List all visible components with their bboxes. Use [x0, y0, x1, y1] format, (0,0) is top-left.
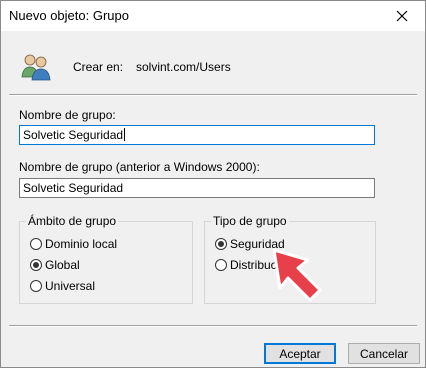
radio-distribucion[interactable]	[215, 259, 227, 271]
radio-global[interactable]	[30, 259, 42, 271]
crear-en-value: solvint.com/Users	[136, 60, 231, 74]
ok-button[interactable]: Aceptar	[264, 343, 336, 364]
group-name-pre2000-input[interactable]: Solvetic Seguridad	[19, 178, 375, 198]
group-name-pre2000-label: Nombre de grupo (anterior a Windows 2000…	[19, 160, 260, 174]
scope-option-label: Dominio local	[45, 237, 118, 251]
pointer-arrow-icon	[272, 248, 322, 302]
scope-option-global[interactable]: Global	[30, 258, 80, 272]
radio-universal[interactable]	[30, 280, 42, 292]
group-users-icon	[21, 54, 51, 81]
dialog-window: Nuevo objeto: Grupo Crear en: solvint.co…	[0, 0, 426, 368]
cancel-button[interactable]: Cancelar	[348, 343, 420, 364]
crear-en-label: Crear en:	[73, 60, 124, 74]
text-caret	[124, 128, 126, 141]
group-name-value: Solvetic Seguridad	[23, 128, 124, 142]
close-icon	[396, 10, 408, 22]
window-title: Nuevo objeto: Grupo	[9, 8, 129, 23]
group-name-label: Nombre de grupo:	[19, 108, 116, 122]
group-name-pre2000-value: Solvetic Seguridad	[23, 181, 124, 195]
scope-option-dominio-local[interactable]: Dominio local	[30, 237, 117, 251]
group-name-input[interactable]: Solvetic Seguridad	[19, 125, 375, 145]
group-scope-box: Ámbito de grupo Dominio local Global Uni…	[19, 214, 193, 304]
radio-seguridad[interactable]	[215, 238, 227, 250]
radio-dominio-local[interactable]	[30, 238, 42, 250]
close-button[interactable]	[379, 1, 425, 31]
scope-option-label: Global	[45, 258, 80, 272]
group-scope-title: Ámbito de grupo	[26, 214, 119, 228]
separator	[9, 94, 417, 96]
group-type-title: Tipo de grupo	[211, 214, 289, 228]
title-bar[interactable]: Nuevo objeto: Grupo	[1, 1, 425, 31]
scope-option-universal[interactable]: Universal	[30, 279, 95, 293]
scope-option-label: Universal	[45, 279, 96, 293]
separator	[9, 325, 417, 327]
